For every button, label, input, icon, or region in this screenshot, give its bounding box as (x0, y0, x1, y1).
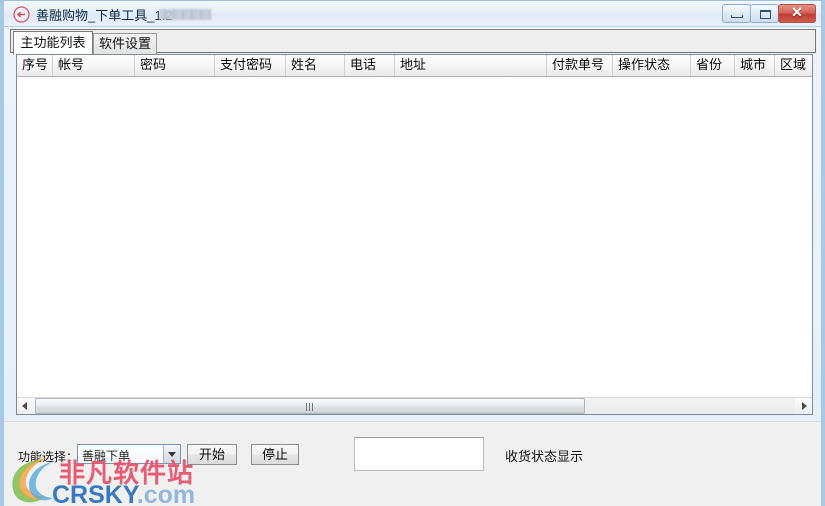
grid-body-empty[interactable] (17, 77, 812, 396)
column-header-district[interactable]: 区域 (775, 55, 812, 76)
column-header-password[interactable]: 密码 (135, 55, 215, 76)
scroll-left-button[interactable] (17, 398, 34, 414)
chevron-right-icon (802, 402, 807, 410)
stop-button[interactable]: 停止 (251, 444, 299, 465)
column-header-account[interactable]: 帐号 (53, 55, 135, 76)
column-header-address[interactable]: 地址 (395, 55, 547, 76)
minimize-button[interactable] (722, 4, 751, 23)
redacted-title-suffix (159, 9, 211, 20)
column-header-city[interactable]: 城市 (735, 55, 775, 76)
function-select-value: 善融下单 (82, 449, 131, 463)
close-button[interactable]: ✕ (778, 4, 816, 23)
minimize-icon (731, 15, 743, 18)
grip-dots-icon (306, 403, 315, 411)
column-header-payment-no[interactable]: 付款单号 (547, 55, 613, 76)
title-bar[interactable]: 善融购物_下单工具_1.2 ✕ (4, 1, 821, 27)
app-circle-arrow-icon[interactable] (13, 6, 30, 23)
grid-header-row: 序号 帐号 密码 支付密码 姓名 电话 地址 付款单号 操作状态 省份 城市 区… (17, 55, 812, 77)
column-header-index[interactable]: 序号 (17, 55, 53, 76)
receiving-status-label: 收货状态显示 (505, 449, 584, 464)
scroll-right-button[interactable] (795, 398, 812, 414)
scrollbar-thumb[interactable] (35, 398, 585, 414)
tab-main-function-list[interactable]: 主功能列表 (13, 31, 93, 55)
maximize-icon (760, 10, 771, 19)
column-header-name[interactable]: 姓名 (286, 55, 345, 76)
window-title: 善融购物_下单工具_1.2 (36, 8, 173, 23)
tab-software-settings[interactable]: 软件设置 (93, 33, 157, 54)
column-header-province[interactable]: 省份 (691, 55, 735, 76)
function-select-label: 功能选择： (18, 450, 79, 464)
function-select-dropdown[interactable]: 善融下单 (77, 444, 181, 464)
grid-horizontal-scrollbar[interactable] (17, 397, 812, 414)
column-header-phone[interactable]: 电话 (345, 55, 395, 76)
chevron-down-icon (168, 452, 176, 457)
maximize-button[interactable] (750, 4, 779, 23)
tab-strip: 主功能列表 软件设置 (10, 29, 816, 55)
application-window: 善融购物_下单工具_1.2 ✕ 主功能列表 软件设置 序号 帐号 密码 支付密码… (0, 0, 825, 506)
chevron-left-icon (22, 402, 27, 410)
dropdown-toggle-button[interactable] (163, 445, 180, 463)
start-button[interactable]: 开始 (187, 444, 237, 465)
order-data-grid[interactable]: 序号 帐号 密码 支付密码 姓名 电话 地址 付款单号 操作状态 省份 城市 区… (16, 54, 813, 415)
close-icon: ✕ (791, 6, 803, 21)
column-header-operation-status[interactable]: 操作状态 (613, 55, 691, 76)
status-text-input[interactable] (354, 437, 484, 471)
column-header-pay-password[interactable]: 支付密码 (215, 55, 286, 76)
